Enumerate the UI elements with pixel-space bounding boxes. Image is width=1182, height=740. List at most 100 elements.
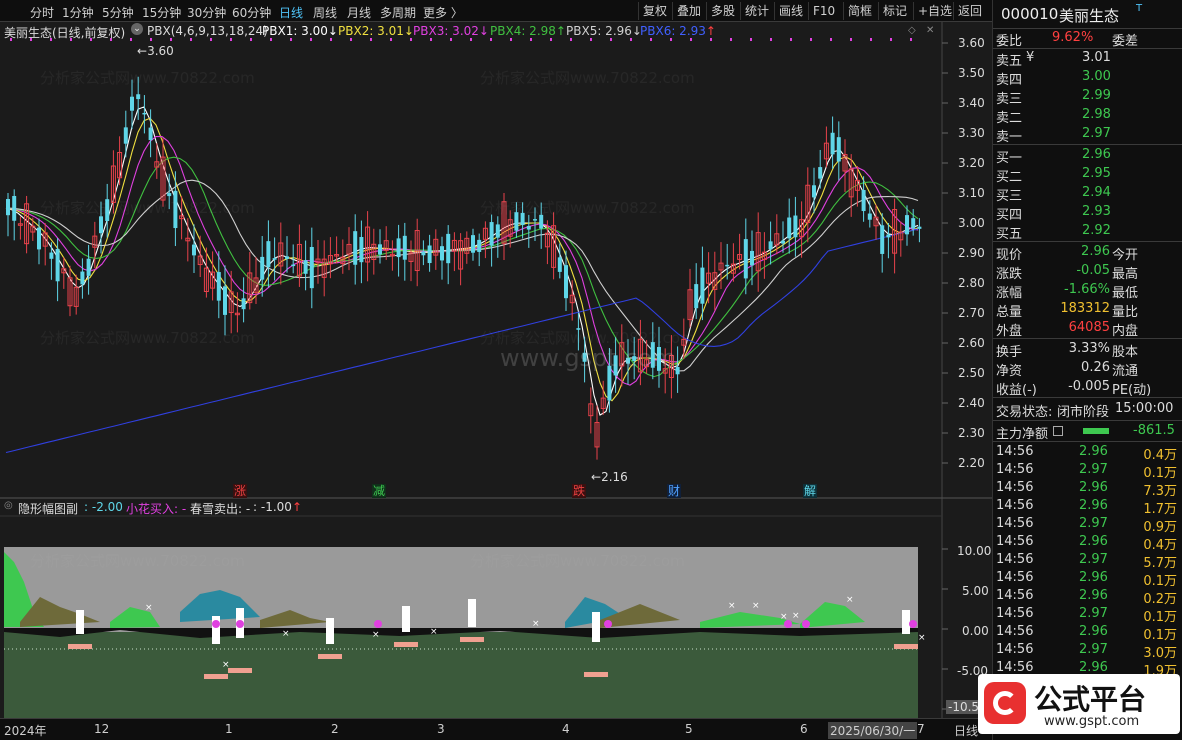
stat-row: 涨跌 -0.05 最高 bbox=[996, 263, 1139, 282]
candle-body bbox=[37, 227, 41, 250]
period-tab-60min[interactable]: 60分钟 bbox=[232, 4, 271, 21]
sell-snow-marker: × bbox=[372, 630, 380, 640]
candle-body bbox=[905, 215, 909, 235]
candle-body bbox=[285, 256, 289, 259]
period-tab-fenshi[interactable]: 分时 bbox=[30, 4, 54, 21]
signal-dot bbox=[370, 38, 372, 41]
high-annotation: ←3.60 bbox=[137, 44, 174, 58]
add-watchlist-button[interactable]: +自选 bbox=[913, 2, 956, 20]
candle-body bbox=[867, 213, 872, 220]
price-axis-label: 3.30 bbox=[958, 126, 985, 140]
signal-dot bbox=[310, 38, 312, 41]
logo-badge: 公式平台 www.gspt.com bbox=[978, 674, 1180, 734]
sub-axis-label-0: 0.00 bbox=[962, 624, 989, 638]
candle-body bbox=[167, 193, 172, 197]
period-tab-1min[interactable]: 1分钟 bbox=[62, 4, 94, 21]
sell-snow-marker: × bbox=[222, 660, 230, 670]
ma-line-2 bbox=[5, 117, 919, 402]
close-icon[interactable]: ✕ bbox=[926, 25, 934, 36]
candle-body bbox=[173, 190, 178, 229]
candle-body bbox=[812, 185, 816, 198]
candle-body bbox=[750, 250, 754, 266]
mark-button[interactable]: 标记 bbox=[878, 2, 911, 20]
stat-row: 涨幅 -1.66% 最低 bbox=[996, 282, 1139, 301]
chevron-down-icon[interactable]: ⌄ bbox=[131, 23, 143, 35]
signal-dot bbox=[750, 38, 752, 41]
date-axis: 2024年 12 1 2 3 4 5 6 2025/06/30/一 7 日线 bbox=[0, 718, 992, 740]
signal-dot bbox=[550, 38, 552, 41]
formula-name: PBX(4,6,9,13,18,24) bbox=[147, 24, 268, 38]
signal-dot bbox=[270, 38, 272, 41]
logo-text: 公式平台 bbox=[1034, 683, 1147, 716]
period-indicator: 日线 bbox=[954, 724, 979, 738]
period-tab-daily[interactable]: 日线 bbox=[279, 4, 303, 21]
sell-snow-marker: × bbox=[792, 611, 800, 621]
event-marker-die[interactable]: 跌 bbox=[572, 484, 586, 498]
pbx3-legend: PBX3: 3.02↓ bbox=[413, 24, 489, 38]
tick-row: 14:56 2.96 0.4万 bbox=[996, 534, 1177, 553]
multi-stock-button[interactable]: 多股 bbox=[706, 2, 739, 20]
period-tab-monthly[interactable]: 月线 bbox=[347, 4, 371, 21]
price-axis-label: 3.20 bbox=[958, 156, 985, 170]
event-marker-jie[interactable]: 解 bbox=[803, 484, 817, 498]
kline-chart-area[interactable]: × × × × × × × × × × × × 分析家公式网www.70822.com 分析家公式网w… bbox=[0, 22, 992, 718]
diamond-icon[interactable]: ◇ bbox=[908, 25, 916, 36]
signal-dot bbox=[630, 38, 632, 41]
sell-level-row: 卖一 2.97 bbox=[996, 126, 1111, 145]
back-button[interactable]: 返回 bbox=[953, 2, 986, 20]
quote-panel: 000010 美丽生态 T 委比 9.62% 委差 卖五 ¥3.01 卖四 3.00 卖… bbox=[992, 0, 1182, 740]
stats-button[interactable]: 统计 bbox=[740, 2, 773, 20]
weibi-row: 委比 9.62% 委差 bbox=[996, 30, 1139, 49]
chart-canvas[interactable]: × × × × × × × × × × × × bbox=[0, 22, 992, 718]
period-tab-more[interactable]: 更多 〉 bbox=[423, 4, 463, 21]
candle-body bbox=[520, 212, 525, 226]
signal-dot bbox=[330, 38, 332, 41]
signal-dot bbox=[450, 38, 452, 41]
tick-row: 14:56 2.97 0.1万 bbox=[996, 606, 1177, 625]
list-icon[interactable] bbox=[1053, 426, 1063, 436]
sub-chevron-icon[interactable]: ◎ bbox=[4, 500, 13, 511]
candle-body bbox=[626, 357, 630, 364]
pbx5-legend: PBX5: 2.96↓ bbox=[566, 24, 642, 38]
period-toolbar: 分时 1分钟 5分钟 15分钟 30分钟 60分钟 日线 周线 月线 多周期 更… bbox=[0, 0, 992, 22]
price-axis-label: 2.30 bbox=[958, 426, 985, 440]
candle-body bbox=[830, 132, 835, 155]
sub-axis-label-5: 5.00 bbox=[962, 584, 989, 598]
candle-body bbox=[359, 237, 364, 263]
ma-line-6 bbox=[5, 228, 919, 454]
signal-dot bbox=[670, 38, 672, 41]
candle-body bbox=[743, 239, 748, 279]
sell-snow-marker: × bbox=[846, 595, 854, 605]
candle-body bbox=[241, 298, 246, 310]
sell-snow-marker: × bbox=[728, 601, 736, 611]
buy-level-row: 买三 2.94 bbox=[996, 185, 1111, 204]
stat-row: 总量 183312 量比 bbox=[996, 301, 1139, 320]
candle-body bbox=[613, 355, 618, 376]
event-marker-jian[interactable]: 减 bbox=[372, 484, 386, 498]
signal-dot bbox=[810, 38, 812, 41]
buy-level-row: 买五 2.92 bbox=[996, 223, 1111, 242]
price-axis-label: 3.40 bbox=[958, 96, 985, 110]
sub-bar bbox=[902, 610, 910, 634]
event-marker-cai[interactable]: 财 bbox=[667, 484, 681, 498]
candle-body bbox=[836, 137, 841, 162]
overlay-button[interactable]: 叠加 bbox=[672, 2, 705, 20]
stat-row: 收益(-) -0.005 PE(动) bbox=[996, 379, 1152, 398]
period-tab-30min[interactable]: 30分钟 bbox=[187, 4, 226, 21]
date-label: 4 bbox=[562, 722, 570, 736]
period-tab-multi[interactable]: 多周期 bbox=[380, 4, 416, 21]
event-marker-zhang[interactable]: 涨 bbox=[233, 484, 247, 498]
simple-frame-button[interactable]: 简框 bbox=[843, 2, 876, 20]
price-axis-label: 2.50 bbox=[958, 366, 985, 380]
candle-body bbox=[489, 222, 494, 246]
tick-row: 14:56 2.96 0.1万 bbox=[996, 624, 1177, 643]
period-tab-5min[interactable]: 5分钟 bbox=[102, 4, 134, 21]
draw-line-button[interactable]: 画线 bbox=[774, 2, 807, 20]
period-tab-weekly[interactable]: 周线 bbox=[313, 4, 337, 21]
f10-button[interactable]: F10 bbox=[808, 2, 839, 20]
sub-marker-base bbox=[460, 637, 484, 642]
period-tab-15min[interactable]: 15分钟 bbox=[142, 4, 181, 21]
fuquan-button[interactable]: 复权 bbox=[638, 2, 671, 20]
ma-line-5 bbox=[5, 179, 919, 372]
candle-body bbox=[557, 257, 562, 272]
